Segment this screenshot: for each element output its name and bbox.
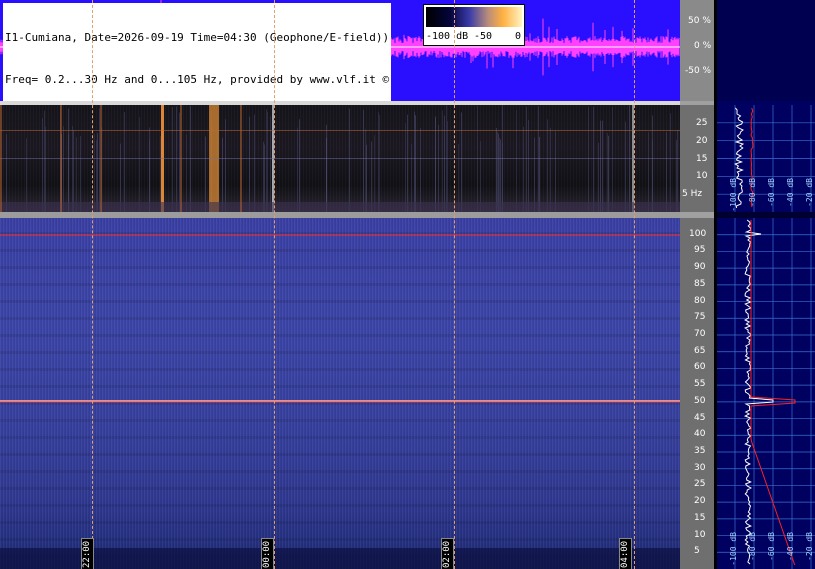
lower-scale-15: 15: [694, 512, 706, 523]
spec-upper-db-label-0: -100 dB: [729, 178, 738, 212]
colorbar-max-label: 0: [515, 31, 522, 42]
spectrum-profile-plot: [717, 0, 815, 569]
upper-scale-20: 20: [696, 135, 708, 146]
vlf-spectrogram-screen: I1-Cumiana, Date=2026-09-19 Time=04:30 (…: [0, 0, 815, 569]
time-label-0000: 00:00: [261, 538, 274, 569]
time-gridline-0200: [454, 0, 455, 569]
lower-scale-70: 70: [694, 329, 706, 339]
lower-scale-45: 45: [694, 412, 706, 423]
lower-scale-60: 60: [694, 362, 706, 373]
lower-scale-80: 80: [694, 295, 706, 306]
lower-scale-10: 10: [694, 529, 706, 540]
upper-scale-25: 25: [696, 117, 708, 128]
time-label-0400: 04:00: [619, 538, 632, 569]
lower-scale-25: 25: [694, 479, 706, 490]
spec-upper-db-label-2: -60 dB: [767, 178, 776, 207]
efield-spectrogram-lines: [0, 234, 680, 569]
lower-scale-20: 20: [694, 496, 706, 507]
spec-lower-db-label-3: -40 dB: [786, 532, 795, 561]
lower-scale-5: 5: [694, 546, 700, 557]
spec-lower-db-label-0: -100 dB: [729, 532, 738, 566]
station-info-line1: I1-Cumiana, Date=2026-09-19 Time=04:30 (…: [5, 31, 390, 44]
colorbar-mid-label: -50: [474, 31, 493, 42]
colorbar-min-label: -100 dB: [426, 31, 469, 42]
lower-scale-90: 90: [694, 262, 706, 273]
lower-scale-50: 50: [694, 395, 706, 406]
upper-scale-10: 10: [696, 171, 708, 182]
colorbar-legend: -100 dB -50 0: [423, 4, 525, 46]
lower-scale-35: 35: [694, 446, 706, 456]
spec-upper-db-label-4: -20 dB: [805, 178, 814, 207]
wave-scale-0: 0 %: [694, 41, 712, 51]
lower-scale-100: 100: [689, 228, 707, 239]
frequency-scale-column: 50 % 0 % -50 % 25 20 15 10 5 Hz 100 95 90 85 80 7…: [680, 0, 714, 569]
time-label-2200: 22:00: [81, 538, 94, 569]
time-gridline-0000: [274, 0, 275, 569]
time-gridline-0400: [634, 0, 635, 569]
spec-upper-db-label-3: -40 dB: [786, 178, 795, 207]
station-info-label: I1-Cumiana, Date=2026-09-19 Time=04:30 (…: [3, 3, 392, 101]
time-label-0200: 02:00: [441, 538, 454, 569]
spectrum-profile-panel: -100 dB -80 dB -60 dB -40 dB -20 dB -100 dB -…: [717, 0, 815, 569]
geophone-spectrogram-streaks: [0, 105, 680, 212]
time-gridline-2200: [92, 0, 93, 569]
lower-scale-40: 40: [694, 429, 706, 440]
lower-scale-85: 85: [694, 278, 706, 289]
efield-spectrogram: [0, 218, 680, 569]
waveform-panel: I1-Cumiana, Date=2026-09-19 Time=04:30 (…: [0, 0, 680, 101]
spec-upper-db-label-1: -80 dB: [748, 178, 757, 207]
upper-scale-15: 15: [696, 153, 708, 164]
lower-scale-95: 95: [694, 245, 706, 256]
wave-scale-50: 50 %: [688, 16, 711, 26]
spec-lower-db-label-2: -60 dB: [767, 532, 776, 561]
lower-scale-65: 65: [694, 345, 706, 356]
spec-lower-db-label-1: -80 dB: [748, 532, 757, 561]
wave-scale-minus50: -50 %: [685, 66, 712, 76]
spec-lower-db-label-4: -20 dB: [805, 532, 814, 561]
lower-scale-30: 30: [694, 462, 706, 473]
lower-scale-55: 55: [694, 379, 706, 390]
station-info-line2: Freq= 0.2...30 Hz and 0...105 Hz, provid…: [5, 73, 390, 86]
geophone-spectrogram: [0, 105, 680, 212]
lower-scale-75: 75: [694, 312, 706, 323]
upper-scale-5: 5 Hz: [682, 189, 703, 200]
colorbar-gradient: [426, 7, 522, 27]
